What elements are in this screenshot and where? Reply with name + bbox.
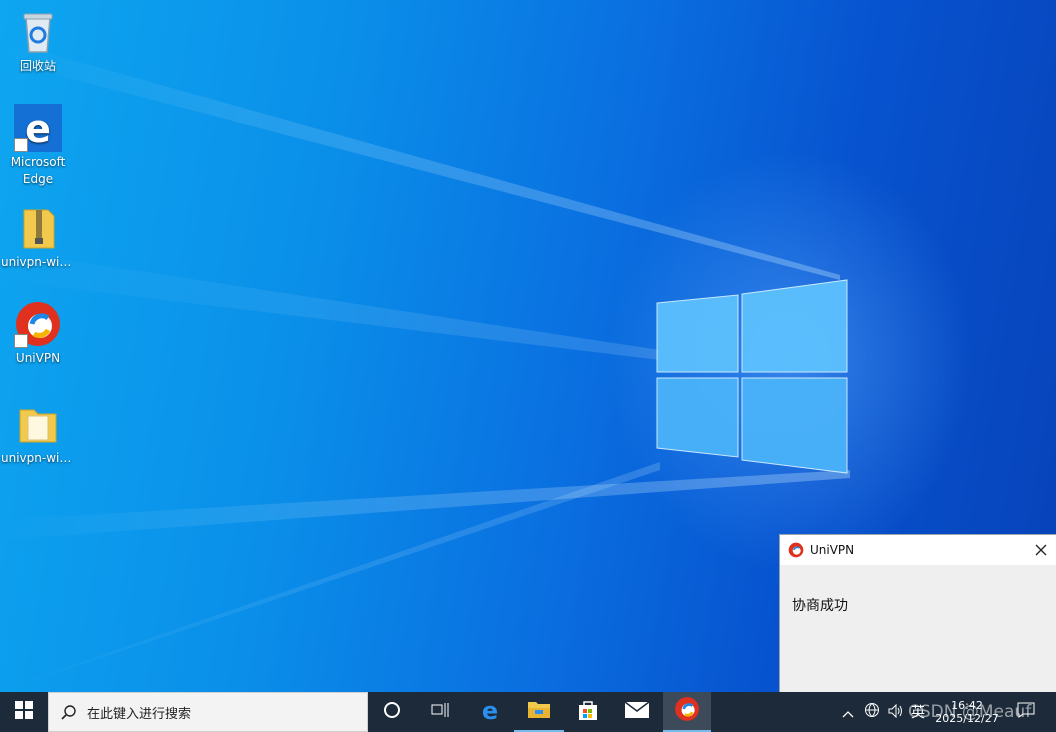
watermark: CSDN @Meauf [908,702,1032,722]
desktop-icon-label: univpn-win... [1,255,76,269]
taskbar-univpn-button[interactable] [663,692,711,732]
shortcut-arrow-icon [14,138,28,152]
windows-logo [656,279,848,474]
folder-icon [14,400,62,448]
file-explorer-icon [527,699,551,723]
taskbar: 在此键入进行搜索 e 英 16:42 2025/12/27 CSDN @Meau… [0,692,1056,732]
taskbar-mail-button[interactable] [612,692,662,732]
search-icon [61,704,77,720]
notification-header: UniVPN [780,535,1056,565]
tray-overflow-button[interactable] [838,692,858,732]
tray-network-button[interactable] [860,692,884,732]
start-button[interactable] [0,692,48,732]
shortcut-arrow-icon [14,334,28,348]
recycle-bin-icon [14,8,62,56]
desktop-icon-univpn-zip[interactable]: univpn-win... [0,204,76,271]
store-icon [577,699,599,725]
desktop-icon-label: UniVPN [15,351,61,365]
desktop-icon-label-line1: Microsoft [10,155,66,169]
desktop-icon-label-line2: Edge [22,172,54,186]
notification-app-name: UniVPN [810,543,855,557]
desktop-icon-univpn[interactable]: UniVPN [0,300,76,367]
search-placeholder: 在此键入进行搜索 [87,706,192,722]
univpn-icon [14,300,62,348]
desktop-icon-edge[interactable]: e Microsoft Edge [0,104,76,188]
svg-text:e: e [25,107,51,151]
zip-folder-icon [14,204,62,252]
desktop-icon-recycle-bin[interactable]: 回收站 [0,8,76,75]
volume-icon [888,703,904,722]
univpn-icon [674,696,700,726]
cortana-icon [383,701,401,723]
desktop-icon-univpn-folder[interactable]: univpn-win... [0,400,76,467]
chevron-up-icon [842,703,854,722]
taskbar-search-box[interactable]: 在此键入进行搜索 [48,692,368,732]
network-globe-icon [864,702,880,722]
notification-message: 协商成功 [792,598,848,614]
taskbar-file-explorer-button[interactable] [514,692,564,732]
notification-toast[interactable]: UniVPN 协商成功 [780,535,1056,692]
desktop-icon-label: 回收站 [19,59,56,73]
taskbar-store-button[interactable] [564,692,612,732]
edge-icon: e [14,104,62,152]
cortana-button[interactable] [368,692,416,732]
univpn-icon [788,542,804,558]
taskbar-edge-button[interactable]: e [466,692,514,732]
task-view-icon [431,702,449,722]
mail-icon [624,701,650,723]
svg-text:e: e [482,698,498,722]
close-icon[interactable] [1034,542,1048,556]
windows-start-icon [15,701,33,723]
edge-icon: e [478,697,502,726]
task-view-button[interactable] [416,692,464,732]
tray-volume-button[interactable] [884,692,908,732]
desktop-icon-label: univpn-win... [1,451,76,465]
